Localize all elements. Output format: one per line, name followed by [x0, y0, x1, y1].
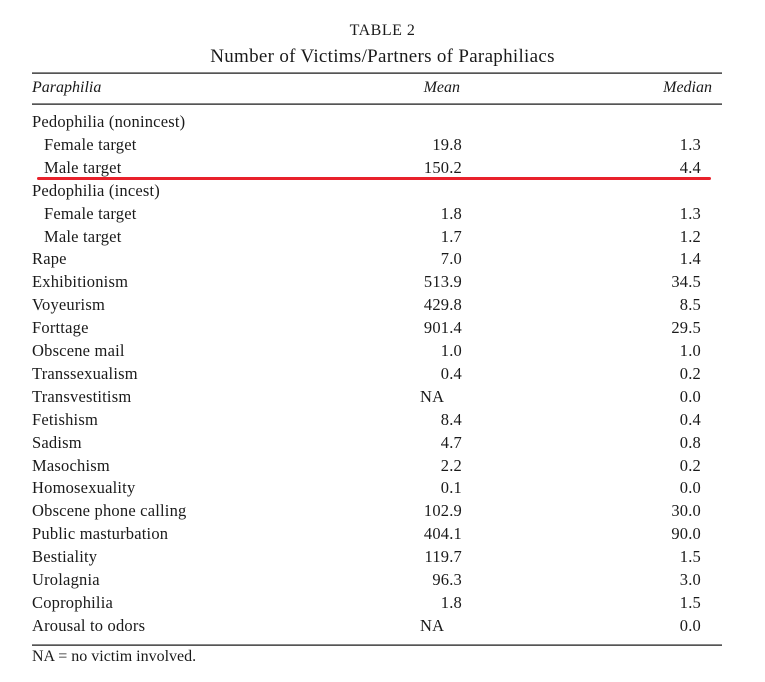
- table-row: Obscene mail 1.0 1.0: [0, 341, 765, 364]
- table-row: Homosexuality 0.1 0.0: [0, 478, 765, 501]
- row-median: 1.2: [679, 226, 701, 246]
- row-label: Fetishism: [32, 409, 98, 429]
- row-mean: 1.8: [440, 203, 462, 223]
- row-mean: 2.2: [440, 455, 462, 475]
- row-mean: 19.8: [432, 134, 462, 154]
- row-mean: 513.9: [423, 272, 462, 292]
- footnote: NA = no victim involved.: [32, 648, 197, 665]
- row-median: 0.0: [679, 478, 701, 498]
- row-label: Masochism: [32, 455, 110, 475]
- row-label: Female target: [44, 203, 137, 223]
- row-median: 29.5: [671, 318, 701, 338]
- row-label: Urolagnia: [32, 570, 100, 589]
- row-median: 34.5: [671, 272, 701, 292]
- column-header-paraphilia: Paraphilia: [32, 79, 102, 96]
- row-median: 1.4: [679, 249, 701, 269]
- row-label: Obscene phone calling: [32, 501, 187, 521]
- table-row: Transvestitism NA 0.0: [0, 387, 765, 410]
- table-row: Fetishism 8.4 0.4: [0, 410, 765, 433]
- table-row: Pedophilia (incest): [0, 181, 765, 204]
- table-row: Transsexualism 0.4 0.2: [0, 364, 765, 387]
- row-median: 1.3: [679, 134, 701, 154]
- column-header-median: Median: [663, 79, 712, 96]
- row-mean: 96.3: [432, 570, 462, 589]
- table-row: Voyeurism 429.8 8.5: [0, 295, 765, 318]
- table-row: Exhibitionism 513.9 34.5: [0, 272, 765, 295]
- row-label: Coprophilia: [32, 592, 114, 612]
- row-median: 90.0: [671, 524, 701, 544]
- table-row: Public masturbation 404.1 90.0: [0, 524, 765, 547]
- row-median: 0.8: [679, 432, 701, 452]
- top-rule: [32, 72, 722, 74]
- row-mean: 4.7: [440, 432, 462, 452]
- row-label: Voyeurism: [32, 295, 105, 315]
- bottom-rule: [32, 644, 722, 646]
- row-mean: 150.2: [423, 157, 462, 177]
- row-mean: NA: [420, 615, 445, 635]
- row-median: 0.2: [679, 455, 701, 475]
- table-subtitle: Number of Victims/Partners of Paraphilia…: [210, 46, 555, 67]
- row-mean: NA: [420, 386, 445, 406]
- table-row: Pedophilia (nonincest): [0, 112, 765, 135]
- table-row: Rape 7.0 1.4: [0, 249, 765, 272]
- row-mean: 901.4: [423, 318, 462, 338]
- row-label: Female target: [44, 134, 137, 154]
- row-median: 30.0: [671, 501, 701, 521]
- row-median: 4.4: [679, 157, 701, 177]
- table-row: Forttage 901.4 29.5: [0, 318, 765, 341]
- table-row: Masochism 2.2 0.2: [0, 456, 765, 479]
- table-row: Arousal to odors NA 0.0: [0, 616, 765, 639]
- row-median: 1.5: [679, 592, 701, 612]
- table-row: Male target 1.7 1.2: [0, 227, 765, 250]
- row-median: 1.3: [679, 203, 701, 223]
- row-median: 3.0: [679, 570, 701, 589]
- column-header-mean: Mean: [423, 79, 460, 96]
- row-label: Rape: [32, 249, 67, 269]
- row-label: Pedophilia (nonincest): [32, 112, 186, 131]
- row-label: Bestiality: [32, 547, 98, 567]
- row-median: 1.5: [679, 547, 701, 567]
- row-median: 0.2: [679, 363, 701, 383]
- row-mean: 404.1: [423, 524, 462, 544]
- row-median: 0.4: [679, 409, 701, 429]
- table-row: Sadism 4.7 0.8: [0, 433, 765, 456]
- row-median: 1.0: [679, 341, 701, 360]
- row-median: 0.0: [679, 615, 701, 635]
- row-mean: 1.0: [440, 341, 462, 360]
- row-label: Forttage: [32, 318, 89, 338]
- row-mean: 0.1: [440, 478, 462, 498]
- row-mean: 429.8: [423, 295, 462, 315]
- row-mean: 1.8: [440, 592, 462, 612]
- row-label: Homosexuality: [32, 478, 136, 498]
- table-row: Female target 19.8 1.3: [0, 135, 765, 158]
- row-label: Male target: [44, 226, 122, 246]
- row-median: 0.0: [679, 386, 701, 406]
- row-label: Exhibitionism: [32, 272, 129, 292]
- row-label: Public masturbation: [32, 524, 169, 544]
- row-mean: 8.4: [440, 409, 462, 429]
- row-median: 8.5: [679, 295, 701, 315]
- row-mean: 7.0: [440, 249, 462, 269]
- row-label: Transvestitism: [32, 386, 132, 406]
- table-row: Bestiality 119.7 1.5: [0, 547, 765, 570]
- header-rule: [32, 103, 722, 105]
- row-mean: 119.7: [424, 547, 462, 567]
- table-row: Coprophilia 1.8 1.5: [0, 593, 765, 616]
- table-row: Urolagnia 96.3 3.0: [0, 570, 765, 593]
- row-label: Transsexualism: [32, 363, 138, 383]
- row-label: Pedophilia (incest): [32, 180, 160, 200]
- table-row: Female target 1.8 1.3: [0, 204, 765, 227]
- row-mean: 102.9: [423, 501, 462, 521]
- row-label: Arousal to odors: [32, 615, 146, 635]
- row-mean: 0.4: [440, 363, 462, 383]
- table-row: Obscene phone calling 102.9 30.0: [0, 501, 765, 524]
- row-mean: 1.7: [440, 226, 462, 246]
- red-underline-annotation: [37, 177, 711, 180]
- row-label: Male target: [44, 157, 122, 177]
- table-title: TABLE 2: [349, 22, 416, 39]
- row-label: Sadism: [32, 432, 82, 452]
- row-label: Obscene mail: [32, 341, 125, 360]
